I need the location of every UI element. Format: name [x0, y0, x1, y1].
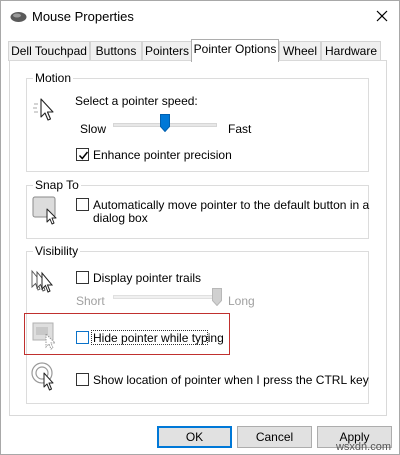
long-label: Long: [228, 294, 255, 308]
watermark: wsxdn.com: [335, 441, 391, 453]
speed-label: Select a pointer speed:: [75, 94, 198, 108]
pointer-trails-checkbox[interactable]: [76, 271, 89, 284]
short-label: Short: [76, 294, 105, 308]
motion-group-label: Motion: [33, 71, 74, 85]
show-location-label[interactable]: Show location of pointer when I press th…: [93, 373, 369, 387]
checkmark-icon: [78, 151, 89, 160]
mouse-icon: [10, 12, 27, 22]
pointer-speed-thumb[interactable]: [160, 114, 170, 132]
enhance-precision-checkbox[interactable]: [76, 148, 89, 161]
pointer-options-panel: Motion Select a pointer speed: Slow Fast…: [9, 60, 387, 416]
slow-label: Slow: [80, 122, 107, 136]
window-title: Mouse Properties: [32, 9, 134, 24]
mouse-properties-window: Mouse Properties Dell Touchpad Buttons P…: [0, 0, 400, 455]
tab-hardware[interactable]: Hardware: [321, 41, 381, 61]
trail-length-thumb[interactable]: [212, 288, 222, 306]
show-location-icon: [31, 362, 54, 391]
cancel-button[interactable]: Cancel: [237, 426, 312, 448]
ok-button[interactable]: OK: [157, 426, 232, 448]
snap-to-group-label: Snap To: [33, 178, 81, 192]
trail-length-slider[interactable]: [113, 295, 217, 299]
close-icon: [376, 10, 388, 22]
tab-wheel[interactable]: Wheel: [279, 41, 321, 61]
enhance-precision-label[interactable]: Enhance pointer precision: [93, 148, 232, 162]
fast-label: Fast: [228, 122, 252, 136]
tab-pointer-options[interactable]: Pointer Options: [191, 39, 279, 62]
pointer-trails-label[interactable]: Display pointer trails: [93, 271, 201, 285]
snap-to-group: Snap To: [26, 178, 369, 239]
close-button[interactable]: [365, 1, 399, 31]
pointer-speed-icon: [33, 98, 54, 121]
pointer-trails-icon: [31, 269, 54, 293]
snap-to-icon: [32, 196, 57, 225]
snap-to-checkbox[interactable]: [76, 198, 89, 211]
title-bar: Mouse Properties: [1, 1, 399, 33]
show-location-checkbox[interactable]: [76, 373, 89, 386]
snap-to-label-line2[interactable]: dialog box: [93, 211, 148, 225]
tab-buttons[interactable]: Buttons: [90, 41, 142, 61]
snap-to-label-line1[interactable]: Automatically move pointer to the defaul…: [93, 198, 369, 212]
annotation-highlight-box: [24, 313, 230, 355]
visibility-group-label: Visibility: [33, 244, 81, 258]
tab-pointers[interactable]: Pointers: [142, 41, 192, 61]
tab-dell-touchpad[interactable]: Dell Touchpad: [8, 41, 90, 61]
